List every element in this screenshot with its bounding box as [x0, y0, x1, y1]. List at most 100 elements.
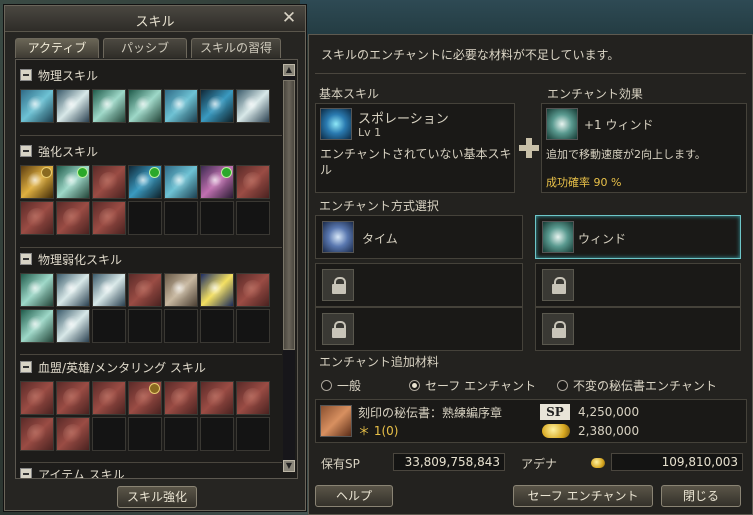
- tab-learn-skill[interactable]: スキルの習得: [191, 38, 281, 58]
- material-qty: ＊ 1(0): [358, 424, 399, 438]
- skill-slot[interactable]: [20, 201, 54, 235]
- skill-slot[interactable]: [20, 381, 54, 415]
- skill-icon: [165, 382, 197, 414]
- base-skill-level: Lv 1: [358, 126, 382, 139]
- collapse-icon[interactable]: [20, 69, 32, 81]
- base-skill-box: スポレーション Lv 1 エンチャントされていない基本スキル: [315, 103, 515, 193]
- skill-enchant-window: スキルのエンチャントに必要な材料が不足しています。 基本スキル スポレーション …: [308, 34, 753, 515]
- skill-slot[interactable]: [56, 381, 90, 415]
- skill-slot[interactable]: [92, 381, 126, 415]
- radio-dot: [409, 380, 420, 391]
- skill-slot[interactable]: [56, 273, 90, 307]
- skill-slot[interactable]: [20, 89, 54, 123]
- empty-slot: [236, 309, 270, 343]
- skill-slot[interactable]: [56, 417, 90, 451]
- skill-slot[interactable]: [56, 89, 90, 123]
- skill-list[interactable]: 物理スキル 強化スキル 物理弱化スキル 血盟/英雄/メンタリング スキル アイテ…: [15, 59, 298, 479]
- collapse-icon[interactable]: [20, 361, 32, 373]
- skill-slot[interactable]: [164, 381, 198, 415]
- skill-icon: [57, 90, 89, 122]
- skill-slot[interactable]: [164, 165, 198, 199]
- enchant-effect-label: エンチャント効果: [547, 87, 643, 101]
- skill-slot[interactable]: [92, 201, 126, 235]
- skill-slot[interactable]: [92, 273, 126, 307]
- collapse-icon[interactable]: [20, 145, 32, 157]
- skill-slot[interactable]: [128, 89, 162, 123]
- skill-slot[interactable]: [200, 273, 234, 307]
- section-buff: 強化スキル: [20, 142, 282, 235]
- help-button[interactable]: ヘルプ: [315, 485, 393, 507]
- scroll-up-icon[interactable]: ▲: [283, 64, 295, 76]
- enchant-badge-icon: [77, 167, 88, 178]
- skill-slot[interactable]: [20, 309, 54, 343]
- skill-slot[interactable]: [20, 165, 54, 199]
- scroll-thumb[interactable]: [283, 80, 295, 350]
- tab-passive[interactable]: パッシブ: [103, 38, 187, 58]
- empty-slot: [200, 417, 234, 451]
- skill-slot[interactable]: [56, 165, 90, 199]
- adena-cost: 2,380,000: [578, 424, 640, 438]
- skill-slot[interactable]: [56, 309, 90, 343]
- scroll-down-icon[interactable]: ▼: [283, 460, 295, 472]
- material-name: 刻印の秘伝書：熟練編序章: [358, 406, 503, 420]
- tab-active[interactable]: アクティブ: [15, 38, 99, 58]
- skill-slot[interactable]: [128, 165, 162, 199]
- close-icon[interactable]: ✕: [281, 9, 297, 27]
- skill-slot[interactable]: [164, 89, 198, 123]
- safe-enchant-button[interactable]: セーフ エンチャント: [513, 485, 653, 507]
- empty-slot: [236, 201, 270, 235]
- skill-icon: [57, 274, 89, 306]
- skill-slot[interactable]: [20, 273, 54, 307]
- skill-window-titlebar[interactable]: スキル ✕: [5, 6, 305, 32]
- skill-icon: [93, 382, 125, 414]
- skill-icon: [21, 90, 53, 122]
- radio-immutable-enchant[interactable]: 不変の秘伝書エンチャント: [557, 377, 717, 394]
- lock-icon: [322, 269, 354, 301]
- skill-icon: [57, 382, 89, 414]
- plus-icon: [519, 138, 539, 158]
- radio-safe-enchant[interactable]: セーフ エンチャント: [409, 377, 536, 394]
- success-rate: 成功確率 90 %: [546, 176, 622, 189]
- skill-slot[interactable]: [236, 89, 270, 123]
- empty-slot: [164, 309, 198, 343]
- material-row: 刻印の秘伝書：熟練編序章 ＊ 1(0) SP 4,250,000 2,380,0…: [315, 399, 747, 443]
- skill-icon: [21, 418, 53, 450]
- skill-slot[interactable]: [92, 165, 126, 199]
- skill-icon: [57, 310, 89, 342]
- skill-list-scrollbar[interactable]: ▲ ▼: [283, 64, 295, 472]
- skill-slot[interactable]: [56, 201, 90, 235]
- skill-slot[interactable]: [20, 417, 54, 451]
- skill-slot[interactable]: [236, 273, 270, 307]
- skill-slot[interactable]: [92, 89, 126, 123]
- skill-enhance-button[interactable]: スキル強化: [117, 486, 197, 508]
- section-title: 物理スキル: [38, 68, 99, 83]
- adena-value: 109,810,003: [611, 453, 743, 471]
- skill-slot[interactable]: [200, 165, 234, 199]
- skill-slot[interactable]: [164, 273, 198, 307]
- skill-tabs: アクティブ パッシブ スキルの習得: [15, 38, 281, 58]
- skill-slot[interactable]: [200, 381, 234, 415]
- skill-icon: [57, 418, 89, 450]
- skill-slot[interactable]: [236, 165, 270, 199]
- section-divider: [20, 135, 282, 136]
- radio-label: 一般: [337, 379, 362, 393]
- close-button[interactable]: 閉じる: [661, 485, 741, 507]
- skill-slot[interactable]: [236, 381, 270, 415]
- collapse-icon[interactable]: [20, 253, 32, 265]
- method-option-time[interactable]: タイム: [315, 215, 523, 259]
- adena-coin-icon: [591, 458, 605, 468]
- enchant-badge-icon: [221, 167, 232, 178]
- section-clan: 血盟/英雄/メンタリング スキル: [20, 358, 282, 451]
- skill-slot[interactable]: [128, 381, 162, 415]
- method-time-label: タイム: [362, 232, 398, 246]
- enchant-method-label: エンチャント方式選択: [319, 199, 439, 213]
- method-option-wind[interactable]: ウィンド: [535, 215, 741, 259]
- collapse-icon[interactable]: [20, 468, 32, 478]
- section-divider: [20, 247, 282, 248]
- skill-slot[interactable]: [200, 89, 234, 123]
- skill-icon: [165, 166, 197, 198]
- radio-dot: [557, 380, 568, 391]
- skill-slot[interactable]: [128, 273, 162, 307]
- empty-slot: [236, 417, 270, 451]
- radio-normal[interactable]: 一般: [321, 377, 361, 394]
